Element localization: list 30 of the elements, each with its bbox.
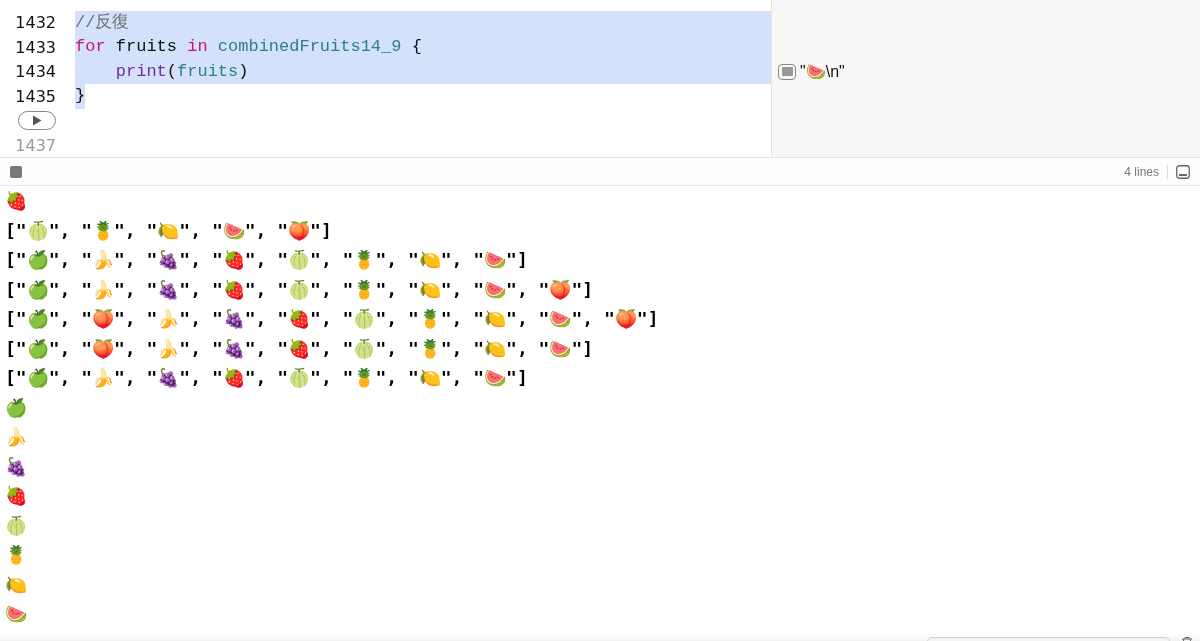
console-line: 🍋 <box>5 572 27 597</box>
stop-icon[interactable] <box>10 165 22 178</box>
console-line: ["🍏", "🍑", "🍌", "🍇", "🍓", "🍈", "🍍", "🍋", "🍉"] <box>5 336 594 361</box>
console-line: 🍌 <box>5 425 27 449</box>
console-line: 🍓 <box>5 484 27 508</box>
line-number: 1433 <box>14 37 56 57</box>
line-number: 1437 <box>14 135 56 155</box>
console-line: 🍈 <box>5 513 27 538</box>
line-number: 1435 <box>14 86 56 106</box>
quick-look-icon[interactable] <box>778 63 796 80</box>
code-line: print(fruits) <box>114 61 249 81</box>
line-number: 1432 <box>14 13 56 33</box>
code-line: //反復 <box>75 12 130 32</box>
result-value: "🍉\n" <box>800 62 845 82</box>
console-line: 🍏 <box>5 395 27 420</box>
code-line: for fruits in combinedFruits14_9 { <box>75 37 422 56</box>
console-line: ["🍏", "🍌", "🍇", "🍓", "🍈", "🍍", "🍋", "🍉"] <box>5 248 528 272</box>
console-line: 🍓 <box>5 189 27 213</box>
console-line: 🍍 <box>5 543 27 567</box>
panel-icon[interactable] <box>1176 164 1190 179</box>
console-line: ["🍈", "🍍", "🍋", "🍉", "🍑"] <box>5 218 332 243</box>
console-line: 🍉 <box>5 602 27 626</box>
console-line: ["🍏", "🍑", "🍌", "🍇", "🍓", "🍈", "🍍", "🍋", "🍉", "🍑"] <box>5 307 659 331</box>
run-button[interactable] <box>18 111 56 131</box>
play-icon <box>32 115 42 127</box>
console-line: 🍇 <box>5 454 27 479</box>
line-number: 1434 <box>14 62 56 82</box>
console-line: ["🍏", "🍌", "🍇", "🍓", "🍈", "🍍", "🍋", "🍉", "🍑"] <box>5 277 594 302</box>
line-count: 4 lines <box>1124 164 1159 179</box>
console-line: ["🍏", "🍌", "🍇", "🍓", "🍈", "🍍", "🍋", "🍉"] <box>5 366 528 390</box>
